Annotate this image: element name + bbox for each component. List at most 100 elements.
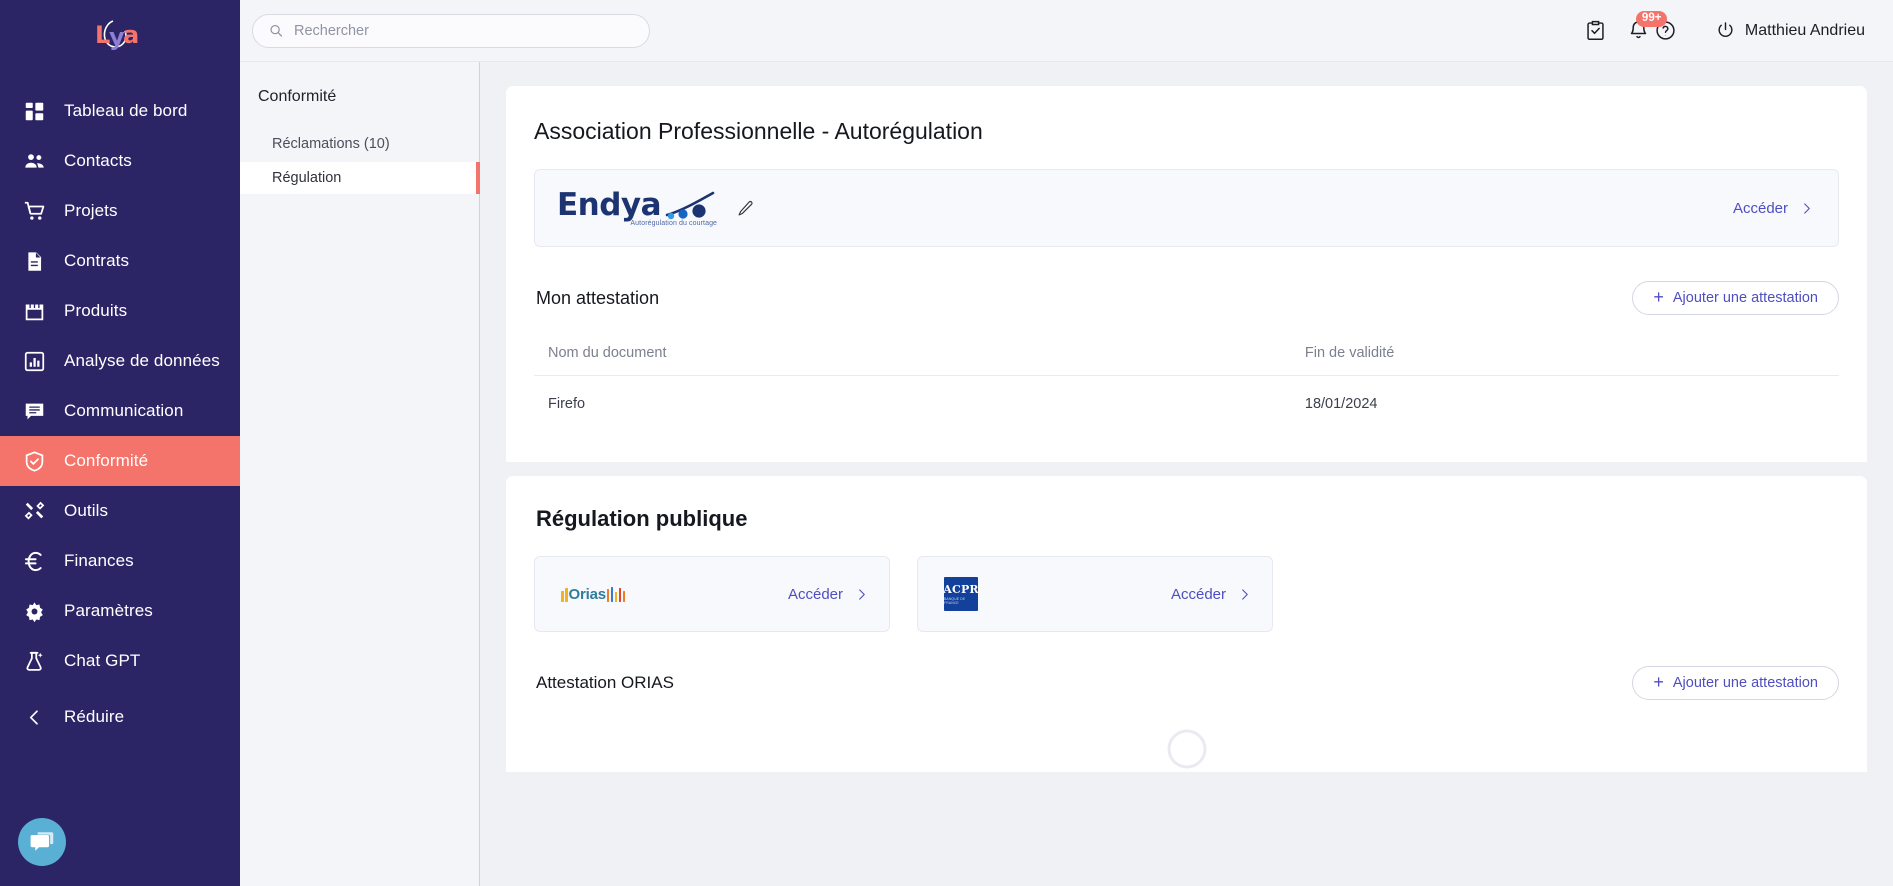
spinner-icon bbox=[1167, 729, 1206, 769]
sidebar-item-label: Communication bbox=[64, 401, 184, 420]
access-label: Accéder bbox=[1170, 585, 1226, 603]
primary-sidebar: L y a Tableau de bord Contacts Projets C… bbox=[0, 0, 240, 886]
public-regulation-cards: Orias Accéder ACPR BANQUE DE FRANCE Accé… bbox=[534, 556, 1839, 632]
access-label: Accéder bbox=[1732, 199, 1788, 217]
sidebar-item-label: Conformité bbox=[64, 451, 149, 470]
subnav-item-label: Réclamations (10) bbox=[272, 136, 390, 152]
orias-card[interactable]: Orias Accéder bbox=[534, 556, 890, 632]
gear-icon bbox=[22, 599, 46, 623]
acpr-access-link[interactable]: Accéder bbox=[1171, 586, 1250, 603]
flask-sparkle-icon bbox=[22, 649, 46, 673]
page-title: Association Professionnelle - Autorégula… bbox=[534, 118, 983, 144]
sidebar-item-communication[interactable]: Communication bbox=[0, 386, 240, 436]
acpr-logo-text: ACPR bbox=[943, 582, 979, 596]
acpr-card[interactable]: ACPR BANQUE DE FRANCE Accéder bbox=[917, 556, 1273, 632]
add-attestation-label: Ajouter une attestation bbox=[1672, 290, 1818, 306]
add-attestation-button[interactable]: + Ajouter une attestation bbox=[1632, 281, 1839, 315]
endya-logo-word: Endya bbox=[557, 186, 662, 223]
add-orias-attestation-button[interactable]: + Ajouter une attestation bbox=[1632, 666, 1839, 700]
svg-text:a: a bbox=[123, 21, 139, 49]
sidebar-item-label: Contrats bbox=[64, 251, 130, 270]
sidebar-item-conformite[interactable]: Conformité bbox=[0, 436, 240, 486]
attestation-header: Mon attestation + Ajouter une attestatio… bbox=[534, 247, 1839, 315]
sidebar-item-contrats[interactable]: Contrats bbox=[0, 236, 240, 286]
attestation-title: Mon attestation bbox=[536, 287, 660, 308]
sidebar-item-label: Réduire bbox=[64, 707, 125, 726]
lya-logo-icon: L y a bbox=[95, 20, 139, 51]
public-regulation-title: Régulation publique bbox=[536, 506, 748, 531]
plus-icon: + bbox=[1653, 672, 1664, 692]
app-root: L y a Tableau de bord Contacts Projets C… bbox=[0, 0, 1893, 886]
chevron-right-icon bbox=[1804, 202, 1810, 214]
chevron-left-icon bbox=[22, 705, 46, 729]
bar-chart-icon bbox=[22, 349, 46, 373]
sidebar-item-label: Produits bbox=[64, 301, 128, 320]
plus-icon: + bbox=[1653, 287, 1664, 307]
sidebar-item-parametres[interactable]: Paramètres bbox=[0, 586, 240, 636]
tools-icon bbox=[22, 499, 46, 523]
power-icon bbox=[1718, 22, 1733, 37]
orias-attestation-title: Attestation ORIAS bbox=[536, 673, 674, 692]
chat-lines-icon bbox=[22, 399, 46, 423]
top-bar: 99+ Matthieu Andrieu bbox=[240, 0, 1893, 62]
sidebar-item-label: Paramètres bbox=[64, 601, 153, 620]
notifications-group[interactable]: 99+ bbox=[1628, 11, 1676, 41]
app-logo[interactable]: L y a bbox=[0, 0, 240, 72]
sidebar-item-label: Projets bbox=[64, 201, 118, 220]
column-header-validity: Fin de validité bbox=[1290, 335, 1839, 376]
search-icon bbox=[270, 24, 283, 37]
clipboard-check-icon[interactable] bbox=[1585, 20, 1606, 41]
chat-widget-button[interactable] bbox=[18, 818, 66, 866]
search-input[interactable] bbox=[293, 22, 633, 39]
cell-document-name: Firefo bbox=[548, 396, 586, 412]
sidebar-item-projets[interactable]: Projets bbox=[0, 186, 240, 236]
sidebar-item-label: Tableau de bord bbox=[64, 101, 188, 120]
pencil-icon[interactable] bbox=[737, 200, 754, 217]
sidebar-item-analyse-de-donnees[interactable]: Analyse de données bbox=[0, 336, 240, 386]
svg-text:L: L bbox=[95, 21, 110, 49]
sidebar-item-produits[interactable]: Produits bbox=[0, 286, 240, 336]
secondary-sidebar: Conformité Réclamations (10) Régulation bbox=[240, 62, 480, 886]
shield-check-icon bbox=[22, 449, 46, 473]
loading-spinner bbox=[534, 726, 1839, 772]
document-icon bbox=[22, 249, 46, 273]
store-icon bbox=[22, 299, 46, 323]
sidebar-item-outils[interactable]: Outils bbox=[0, 486, 240, 536]
sidebar-item-label: Analyse de données bbox=[64, 351, 220, 370]
sidebar-item-reduire[interactable]: Réduire bbox=[0, 692, 240, 742]
sidebar-item-tableau-de-bord[interactable]: Tableau de bord bbox=[0, 86, 240, 136]
chat-bubbles-icon bbox=[30, 832, 54, 851]
euro-icon bbox=[22, 549, 46, 573]
sidebar-item-label: Outils bbox=[64, 501, 109, 520]
sidebar-item-contacts[interactable]: Contacts bbox=[0, 136, 240, 186]
dashboard-icon bbox=[22, 99, 46, 123]
sidebar-item-label: Chat GPT bbox=[64, 651, 141, 670]
subnav-item-reclamations[interactable]: Réclamations (10) bbox=[240, 128, 479, 160]
association-banner: Endya Autorégulation du courtage Accéder bbox=[534, 169, 1839, 247]
association-card: Association Professionnelle - Autorégula… bbox=[506, 86, 1867, 462]
subnav-item-regulation[interactable]: Régulation bbox=[240, 162, 480, 194]
table-row[interactable]: Firefo 18/01/2024 bbox=[534, 376, 1839, 433]
association-access-link[interactable]: Accéder bbox=[1733, 200, 1812, 217]
sidebar-item-label: Contacts bbox=[64, 151, 132, 170]
sidebar-item-chat-gpt[interactable]: Chat GPT bbox=[0, 636, 240, 686]
orias-bars-right bbox=[606, 586, 626, 602]
user-menu[interactable]: Matthieu Andrieu bbox=[1716, 21, 1865, 40]
contacts-icon bbox=[22, 149, 46, 173]
table-header-row: Nom du document Fin de validité bbox=[534, 335, 1839, 376]
orias-logo-text: Orias bbox=[568, 585, 607, 603]
orias-access-link[interactable]: Accéder bbox=[788, 586, 867, 603]
sidebar-item-finances[interactable]: Finances bbox=[0, 536, 240, 586]
column-header-document: Nom du document bbox=[534, 335, 1291, 376]
endya-swoosh-icon bbox=[663, 191, 721, 221]
acpr-logo-subtext: BANQUE DE FRANCE bbox=[944, 596, 966, 605]
body-row: Conformité Réclamations (10) Régulation … bbox=[240, 62, 1893, 886]
right-pane: 99+ Matthieu Andrieu bbox=[240, 0, 1893, 886]
sidebar-item-label: Finances bbox=[64, 551, 134, 570]
add-orias-attestation-label: Ajouter une attestation bbox=[1672, 675, 1818, 691]
cell-validity-end: 18/01/2024 bbox=[1304, 396, 1378, 412]
search-box[interactable] bbox=[252, 13, 650, 48]
public-regulation-card: Régulation publique Orias Accéder ACPR B… bbox=[506, 476, 1867, 772]
top-bar-actions: 99+ Matthieu Andrieu bbox=[1585, 11, 1865, 41]
chevron-right-icon bbox=[859, 588, 865, 600]
